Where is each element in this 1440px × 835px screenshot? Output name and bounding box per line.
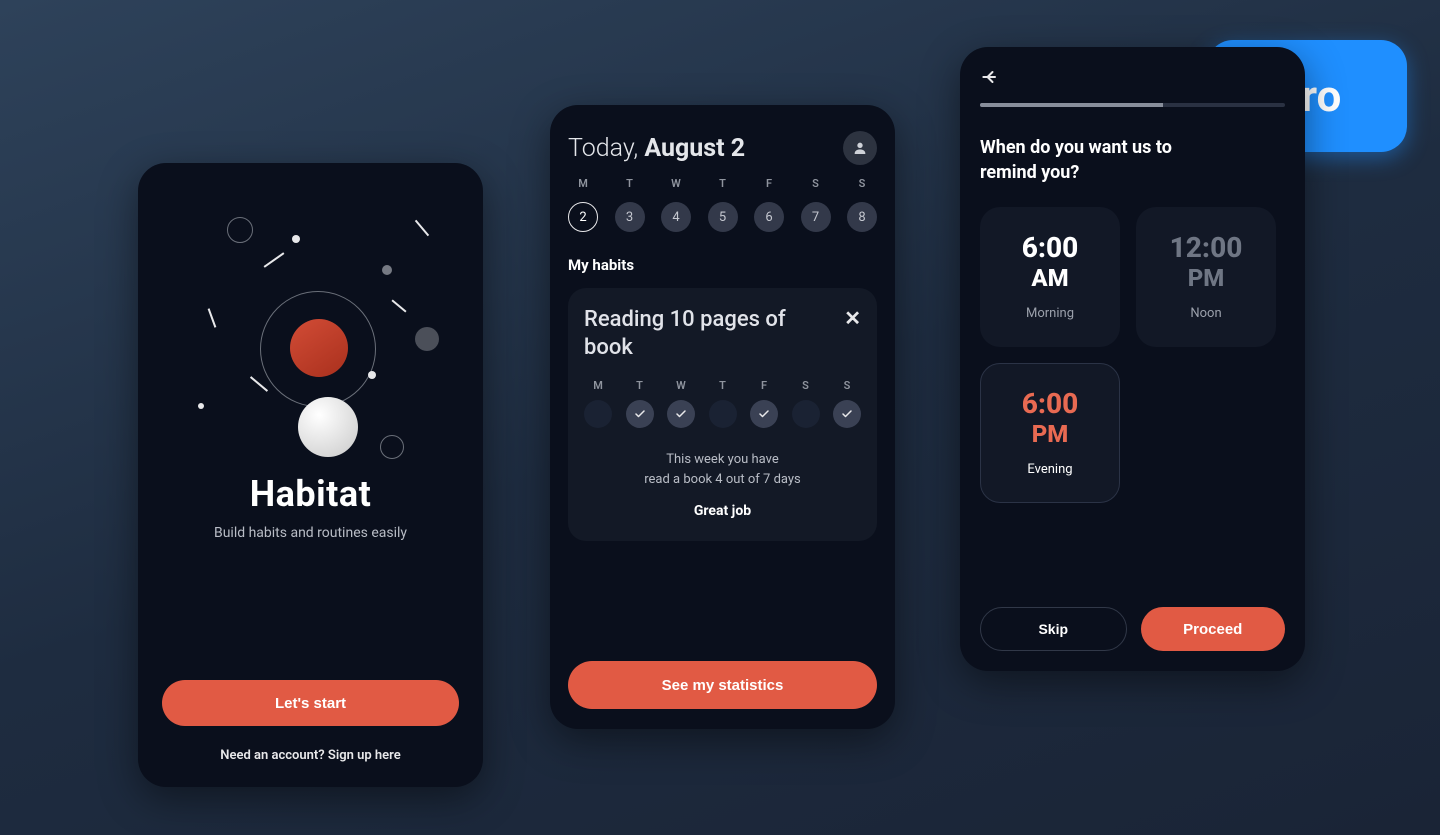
weekday-label: S [802, 379, 809, 392]
my-habits-heading: My habits [568, 256, 877, 274]
weekday-label: S [847, 177, 877, 190]
reminder-slot-label: Morning [1026, 306, 1074, 321]
skip-button[interactable]: Skip [980, 607, 1127, 651]
habits-screen: Today, August 2 M T W T F S S 2345678 My habit… [550, 105, 895, 729]
habit-day-done[interactable] [750, 400, 778, 428]
weekday-label: T [719, 379, 726, 392]
habit-day-done[interactable] [667, 400, 695, 428]
habit-day-empty[interactable] [792, 400, 820, 428]
reminder-time: 6:00 [1022, 233, 1079, 264]
star-dot-icon [292, 235, 300, 243]
see-statistics-button[interactable]: See my statistics [568, 661, 877, 709]
streak-line-icon [264, 252, 285, 267]
lets-start-button[interactable]: Let's start [162, 680, 459, 726]
date-circle[interactable]: 3 [615, 202, 645, 232]
date-circle[interactable]: 8 [847, 202, 877, 232]
habit-day-done[interactable] [833, 400, 861, 428]
reminder-time-card[interactable]: 6:00PM Evening [980, 363, 1120, 503]
user-icon [852, 140, 868, 156]
habit-day: T [626, 379, 654, 428]
signup-link[interactable]: Need an account? Sign up here [162, 748, 459, 763]
moon-grey-icon [415, 327, 439, 351]
habit-day-empty[interactable] [709, 400, 737, 428]
reminder-time: 12:00 [1170, 233, 1243, 264]
weekday-label: T [615, 177, 645, 190]
habit-day: M [584, 379, 612, 428]
reminder-question: When do you want us to remind you? [980, 135, 1220, 185]
back-button[interactable] [980, 67, 1285, 87]
stats-line-2: read a book 4 out of 7 days [644, 472, 801, 487]
star-dot-icon [368, 371, 376, 379]
reminder-period: PM [1032, 420, 1069, 448]
weekday-label: W [676, 379, 686, 392]
habit-day: S [792, 379, 820, 428]
habit-day-empty[interactable] [584, 400, 612, 428]
habit-week-progress: MTWTFSS [584, 379, 861, 428]
reminder-time: 6:00 [1022, 389, 1079, 420]
weekday-label: M [593, 379, 603, 392]
weekday-label: S [844, 379, 851, 392]
close-icon[interactable]: ✕ [844, 306, 861, 330]
today-date-label: Today, August 2 [568, 134, 745, 163]
reminder-slot-label: Noon [1190, 306, 1221, 321]
date-circle[interactable]: 6 [754, 202, 784, 232]
weekday-label: T [708, 177, 738, 190]
habit-stats-text: This week you have read a book 4 out of … [584, 450, 861, 489]
habit-card: Reading 10 pages of book ✕ M T W T F S S This … [568, 288, 877, 541]
profile-button[interactable] [843, 131, 877, 165]
arrow-left-icon [980, 67, 1000, 87]
date-picker: 2345678 [568, 202, 877, 232]
weekday-label: M [568, 177, 598, 190]
habit-day: F [750, 379, 778, 428]
ring-decor-icon [380, 435, 404, 459]
weekday-labels: MTWTFSS [568, 177, 877, 190]
date-circle[interactable]: 7 [801, 202, 831, 232]
habit-day: W [667, 379, 695, 428]
weekday-label: S [801, 177, 831, 190]
reminder-time-card[interactable]: 6:00AM Morning [980, 207, 1120, 347]
weekday-label: T [636, 379, 643, 392]
weekday-label: F [754, 177, 784, 190]
reminder-period: PM [1188, 264, 1225, 292]
streak-line-icon [415, 220, 429, 237]
reminder-period: AM [1031, 264, 1068, 292]
planet-white-icon [298, 397, 358, 457]
star-dot-icon [198, 403, 204, 409]
date-circle[interactable]: 5 [708, 202, 738, 232]
proceed-button[interactable]: Proceed [1141, 607, 1286, 651]
star-dot-icon [382, 265, 392, 275]
streak-line-icon [250, 376, 268, 392]
habit-title: Reading 10 pages of book [584, 306, 804, 361]
progress-fill [980, 103, 1163, 107]
decorative-space-graphic [162, 187, 459, 467]
onboarding-progress [980, 103, 1285, 107]
planet-red-icon [290, 319, 348, 377]
stats-line-1: This week you have [666, 452, 779, 467]
habit-day-done[interactable] [626, 400, 654, 428]
reminder-setup-screen: When do you want us to remind you? 6:00A… [960, 47, 1305, 671]
reminder-time-card[interactable]: 12:00PM Noon [1136, 207, 1276, 347]
date-circle[interactable]: 2 [568, 202, 598, 232]
today-header: Today, August 2 [568, 131, 877, 165]
footer-actions: Skip Proceed [980, 607, 1285, 651]
weekday-label: W [661, 177, 691, 190]
streak-line-icon [391, 299, 406, 312]
reminder-time-options: 6:00AMMorning12:00PMNoon6:00PMEvening [980, 207, 1285, 503]
app-title: Habitat [162, 473, 459, 515]
ring-decor-icon [227, 217, 253, 243]
app-subtitle: Build habits and routines easily [162, 525, 459, 541]
streak-line-icon [208, 308, 217, 327]
date-circle[interactable]: 4 [661, 202, 691, 232]
today-date: August 2 [644, 134, 745, 163]
weekday-label: F [761, 379, 767, 392]
onboarding-screen: Habitat Build habits and routines easily… [138, 163, 483, 787]
reminder-slot-label: Evening [1027, 462, 1072, 477]
habit-day: T [709, 379, 737, 428]
today-prefix: Today, [568, 134, 644, 163]
habit-day: S [833, 379, 861, 428]
habit-praise-text: Great job [584, 503, 861, 519]
